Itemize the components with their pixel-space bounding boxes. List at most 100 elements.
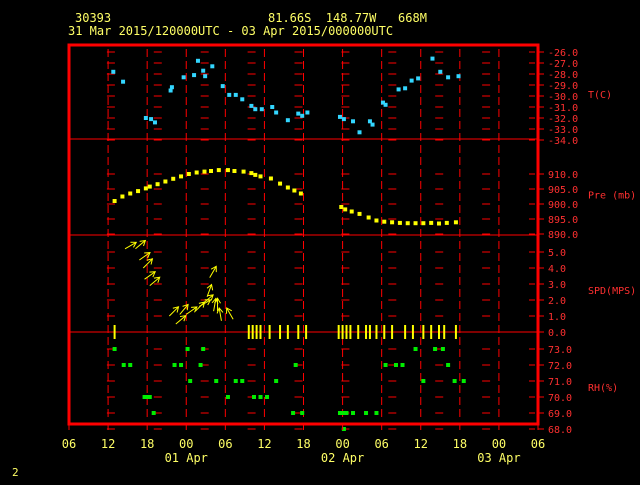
pressure-point: [258, 174, 263, 179]
wind-tick-label: 1.0: [548, 312, 566, 323]
pressure-point: [216, 168, 221, 173]
humidity-point: [225, 395, 230, 399]
pressure-point: [241, 169, 246, 174]
pressure-point: [343, 207, 348, 212]
wind-arrow: [124, 241, 138, 250]
pressure-point: [268, 176, 273, 181]
wind-arrow: [216, 307, 224, 321]
chart-grid: [69, 49, 538, 430]
temperature-point: [121, 79, 126, 84]
humidity-point: [383, 363, 388, 367]
pressure-point: [249, 171, 254, 176]
humidity-point: [214, 379, 219, 383]
wind-arrow: [142, 258, 154, 269]
wind-tick-label: 4.0: [548, 264, 566, 275]
pressure-point: [339, 205, 344, 209]
humidity-point: [413, 347, 418, 351]
pressure-point: [357, 211, 362, 216]
day-label: 03 Apr: [477, 451, 520, 465]
humidity-point: [172, 363, 177, 367]
humidity-point: [121, 363, 126, 367]
wind-tick-label: 3.0: [548, 280, 566, 291]
temperature-point: [195, 58, 200, 63]
pressure-point: [285, 185, 290, 190]
humidity-point: [188, 379, 193, 383]
humidity-point: [291, 411, 296, 415]
humidity-tick-label: 72.0: [548, 361, 572, 372]
pressure-point: [421, 221, 426, 226]
humidity-point: [258, 395, 263, 399]
pressure-axis-label: Pre (mb): [588, 191, 636, 202]
temperature-point: [227, 92, 232, 97]
wind-arrow: [168, 306, 180, 317]
humidity-point: [364, 411, 369, 415]
x-tick-label: 06: [531, 437, 545, 451]
temperature-tick-label: -26.0: [548, 48, 578, 59]
pressure-point: [298, 191, 303, 196]
pressure-point: [163, 179, 168, 184]
wind-axis-label: SPD(MPS): [588, 286, 636, 297]
humidity-point: [128, 363, 133, 367]
temperature-point: [152, 120, 157, 125]
temperature-point: [337, 114, 342, 119]
pressure-point: [397, 220, 402, 225]
temperature-tick-label: -31.0: [548, 103, 578, 114]
humidity-point: [433, 347, 438, 351]
temperature-point: [240, 97, 245, 102]
temperature-point: [233, 92, 238, 97]
temperature-point: [456, 74, 461, 79]
temperature-point: [169, 85, 174, 90]
pressure-point: [292, 188, 297, 193]
humidity-point: [198, 363, 203, 367]
humidity-point: [452, 379, 457, 383]
x-tick-label: 00: [179, 437, 193, 451]
x-tick-label: 12: [257, 437, 271, 451]
temperature-point: [201, 68, 206, 73]
humidity-tick-label: 73.0: [548, 345, 572, 356]
humidity-point: [293, 363, 298, 367]
pressure-point: [374, 218, 379, 223]
day-label: 02 Apr: [321, 451, 364, 465]
pressure-point: [186, 172, 191, 176]
pressure-point: [225, 168, 230, 173]
pressure-point: [209, 169, 214, 173]
temperature-point: [446, 75, 451, 80]
temperature-tick-label: -33.0: [548, 125, 578, 136]
temperature-point: [409, 78, 414, 83]
x-tick-label: 00: [492, 437, 506, 451]
temperature-point: [249, 103, 254, 108]
pressure-point: [366, 215, 371, 220]
humidity-tick-label: 71.0: [548, 377, 572, 388]
pressure-point: [194, 170, 199, 175]
pressure-tick-label: 900.0: [548, 200, 578, 211]
humidity-tick-label: 69.0: [548, 409, 572, 420]
humidity-point: [185, 347, 190, 351]
x-tick-label: 18: [296, 437, 310, 451]
pressure-tick-label: 890.0: [548, 230, 578, 241]
humidity-point: [151, 411, 156, 415]
pressure-point: [232, 169, 237, 173]
x-tick-label: 00: [335, 437, 349, 451]
pressure-point: [405, 221, 410, 226]
pressure-point: [202, 169, 207, 174]
humidity-point: [233, 379, 238, 383]
temperature-point: [370, 122, 375, 127]
temperature-point: [430, 56, 435, 61]
humidity-point: [265, 395, 270, 399]
temperature-point: [203, 74, 208, 79]
temperature-point: [300, 113, 305, 118]
temperature-point: [143, 116, 148, 120]
humidity-point: [201, 347, 206, 351]
temperature-point: [341, 117, 346, 122]
temperature-point: [357, 130, 362, 135]
humidity-point: [251, 395, 256, 399]
pressure-point: [349, 209, 354, 214]
humidity-point: [344, 411, 349, 415]
temperature-point: [383, 102, 388, 107]
temperature-tick-label: -30.0: [548, 92, 578, 103]
station-id: 30393: [75, 11, 111, 25]
wind-arrow-head: [191, 306, 198, 313]
temperature-point: [149, 117, 154, 122]
x-tick-label: 18: [140, 437, 154, 451]
temperature-point: [181, 75, 186, 80]
